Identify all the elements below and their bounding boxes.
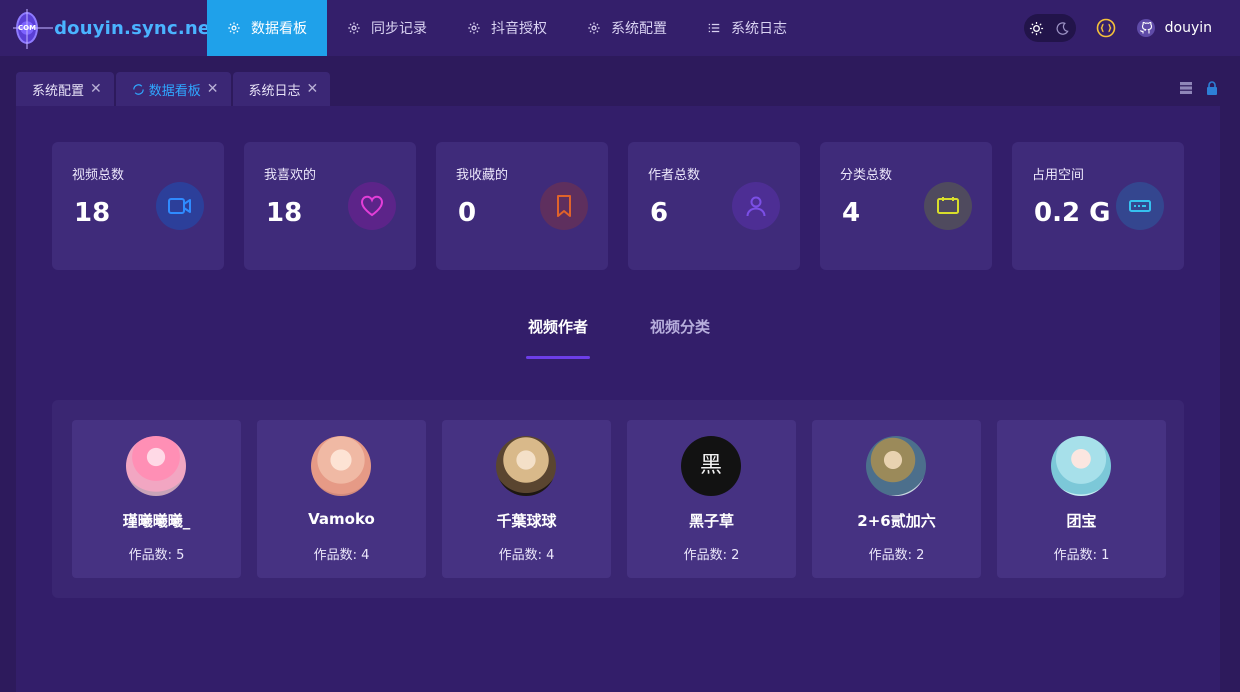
logo-mark-text: COM xyxy=(18,24,37,32)
author-name: Vamoko xyxy=(308,510,375,528)
stat-value: 4 xyxy=(842,198,861,228)
list-icon xyxy=(708,23,720,33)
nav-label: 系统配置 xyxy=(611,21,667,37)
github-icon xyxy=(1136,19,1155,37)
nav-label: 同步记录 xyxy=(371,21,427,37)
stat-label: 我喜欢的 xyxy=(264,168,317,183)
author-name: 团宝 xyxy=(1066,512,1097,530)
stat-label: 分类总数 xyxy=(840,168,893,183)
author-card[interactable]: 团宝 作品数: 1 xyxy=(997,420,1166,578)
author-card[interactable]: 瑾曦曦曦_ 作品数: 5 xyxy=(72,420,241,578)
stat-card-favorites: 我收藏的 0 xyxy=(436,142,608,270)
user-menu[interactable]: douyin xyxy=(1136,18,1212,38)
gear-icon xyxy=(228,22,240,34)
author-works: 作品数: 1 xyxy=(1053,548,1110,563)
user-icon xyxy=(732,182,780,230)
author-panel: 瑾曦曦曦_ 作品数: 5 Vamoko 作品数: 4 千葉球球 作品数: 4 黑… xyxy=(52,400,1184,598)
nav-item-sync-records[interactable]: 同步记录 xyxy=(327,0,447,56)
close-icon[interactable]: ✕ xyxy=(207,81,219,97)
author-name: 黑子草 xyxy=(688,512,734,530)
nav-label: 抖音授权 xyxy=(491,21,547,37)
code-bracket-icon[interactable] xyxy=(1096,18,1116,38)
tab-label: 数据看板 xyxy=(148,83,201,99)
stat-label: 我收藏的 xyxy=(456,168,509,183)
tab-video-categories[interactable]: 视频分类 xyxy=(648,316,712,337)
avatar xyxy=(496,436,556,496)
nav-label: 系统日志 xyxy=(731,21,787,37)
author-name: 千葉球球 xyxy=(496,512,557,530)
tab-label: 系统日志 xyxy=(248,83,301,99)
stat-card-authors: 作者总数 6 xyxy=(628,142,800,270)
username: douyin xyxy=(1164,20,1212,36)
avatar xyxy=(311,436,371,496)
stat-value: 18 xyxy=(266,198,303,228)
stat-card-video-total: 视频总数 18 xyxy=(52,142,224,270)
server-icon[interactable] xyxy=(1178,80,1194,96)
author-card[interactable]: 千葉球球 作品数: 4 xyxy=(442,420,611,578)
dashboard-panel: 视频总数 18 我喜欢的 18 我收藏的 0 作者总数 6 分类总数 4 占用空… xyxy=(16,106,1220,692)
tab-video-authors[interactable]: 视频作者 xyxy=(526,316,591,359)
stat-card-storage: 占用空间 0.2 G xyxy=(1012,142,1184,270)
scrollbar[interactable] xyxy=(1220,106,1240,692)
gear-icon xyxy=(468,22,480,34)
tab-system-config[interactable]: 系统配置 ✕ xyxy=(16,72,114,106)
logo-mark-icon: COM xyxy=(12,9,54,49)
avatar: 黑 xyxy=(681,436,741,496)
nav-item-system-log[interactable]: 系统日志 xyxy=(687,0,807,56)
nav-item-douyin-auth[interactable]: 抖音授权 xyxy=(447,0,567,56)
tag-icon xyxy=(924,182,972,230)
close-icon[interactable]: ✕ xyxy=(90,81,102,97)
lock-icon[interactable] xyxy=(1204,80,1220,96)
author-works: 作品数: 2 xyxy=(868,548,925,563)
tab-system-log[interactable]: 系统日志 ✕ xyxy=(232,72,331,106)
author-works: 作品数: 5 xyxy=(128,548,185,563)
top-navbar: COM douyin.sync.net 数据看板 同步记录 抖音授权 系统配置 … xyxy=(0,0,1240,56)
tab-bar: 系统配置 ✕ 数据看板 ✕ 系统日志 ✕ xyxy=(0,56,1240,106)
gear-icon xyxy=(588,22,600,34)
heart-icon xyxy=(348,182,396,230)
video-icon xyxy=(156,182,204,230)
view-switch: 视频作者 视频分类 xyxy=(526,316,770,359)
stat-value: 0.2 G xyxy=(1034,198,1111,228)
avatar xyxy=(126,436,186,496)
stat-value: 0 xyxy=(458,198,477,228)
author-works: 作品数: 4 xyxy=(498,548,555,563)
stat-value: 18 xyxy=(74,198,111,228)
nav-item-dashboard[interactable]: 数据看板 xyxy=(207,0,327,56)
tab-dashboard[interactable]: 数据看板 ✕ xyxy=(115,72,231,106)
close-icon[interactable]: ✕ xyxy=(307,81,319,97)
storage-icon xyxy=(1116,182,1164,230)
stat-label: 占用空间 xyxy=(1032,168,1085,183)
author-name: 瑾曦曦曦_ xyxy=(122,512,191,530)
stat-value: 6 xyxy=(650,198,669,228)
author-card[interactable]: Vamoko 作品数: 4 xyxy=(257,420,426,578)
avatar xyxy=(1051,436,1111,496)
logo-text: douyin.sync.net xyxy=(54,17,220,39)
author-works: 作品数: 4 xyxy=(313,548,370,563)
logo[interactable]: COM douyin.sync.net xyxy=(0,0,219,56)
nav-item-system-config[interactable]: 系统配置 xyxy=(567,0,687,56)
stat-card-liked: 我喜欢的 18 xyxy=(244,142,416,270)
tab-label: 系统配置 xyxy=(32,83,85,99)
stat-label: 作者总数 xyxy=(648,168,701,183)
nav-label: 数据看板 xyxy=(251,21,307,37)
author-card[interactable]: 黑 黑子草 作品数: 2 xyxy=(627,420,796,578)
author-name: 2+6贰加六 xyxy=(857,512,936,530)
theme-toggle[interactable] xyxy=(1023,14,1076,42)
author-works: 作品数: 2 xyxy=(683,548,740,563)
refresh-icon xyxy=(133,83,144,95)
avatar xyxy=(866,436,926,496)
gear-icon xyxy=(348,22,360,34)
stat-label: 视频总数 xyxy=(72,168,125,183)
bookmark-icon xyxy=(540,182,588,230)
moon-icon xyxy=(1056,21,1069,35)
stat-card-categories: 分类总数 4 xyxy=(820,142,992,270)
sun-icon xyxy=(1030,21,1044,35)
author-card[interactable]: 2+6贰加六 作品数: 2 xyxy=(812,420,981,578)
stat-cards: 视频总数 18 我喜欢的 18 我收藏的 0 作者总数 6 分类总数 4 占用空… xyxy=(52,142,1184,270)
